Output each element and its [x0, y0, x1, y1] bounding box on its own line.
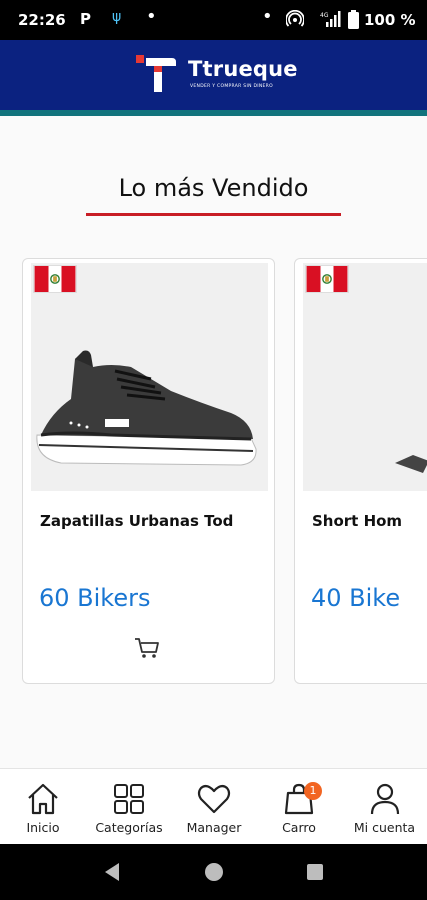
- nav-item-inicio[interactable]: Inicio: [0, 769, 86, 845]
- nav-label: Carro: [282, 820, 316, 835]
- user-icon: [370, 783, 399, 815]
- peru-flag-icon: [33, 265, 77, 293]
- app-header: Ttrueque VENDER Y COMPRAR SIN DINERO: [0, 40, 427, 116]
- add-to-cart-icon[interactable]: [134, 636, 160, 660]
- notification-dot-icon: •: [146, 6, 157, 27]
- product-price: 40 Bike: [311, 584, 401, 612]
- product-card[interactable]: Zapatillas Urbanas Tod 60 Bikers: [22, 258, 275, 684]
- svg-text:4G: 4G: [320, 12, 329, 19]
- nav-label: Manager: [186, 820, 242, 835]
- grid-icon: [114, 784, 144, 814]
- main-content[interactable]: Lo más Vendido Zapatillas Urbanas Tod 60…: [0, 116, 427, 768]
- product-card[interactable]: Short Hom 40 Bike: [294, 258, 427, 684]
- product-image[interactable]: [303, 263, 427, 491]
- nav-item-manager[interactable]: Manager: [172, 769, 256, 845]
- app-logo[interactable]: Ttrueque VENDER Y COMPRAR SIN DINERO: [134, 52, 304, 100]
- system-navigation-bar: [0, 844, 427, 900]
- nav-item-categorias[interactable]: Categorías: [86, 769, 172, 845]
- status-time: 22:26: [18, 11, 66, 29]
- signal-icon: 4G: [320, 11, 341, 27]
- product-image[interactable]: [31, 263, 268, 491]
- battery-icon: [348, 10, 359, 29]
- battery-level: 100 %: [364, 11, 416, 29]
- bottom-navigation: Inicio Categorías Manager 1 Carro Mi cue…: [0, 768, 427, 844]
- product-name: Zapatillas Urbanas Tod: [40, 512, 234, 530]
- shorts-image: [303, 263, 427, 491]
- product-price: 60 Bikers: [39, 584, 151, 612]
- back-icon[interactable]: [103, 862, 121, 882]
- home-button-icon[interactable]: [205, 863, 223, 881]
- usb-icon: ψ: [112, 9, 122, 25]
- brand-tagline: VENDER Y COMPRAR SIN DINERO: [190, 84, 273, 89]
- section-title: Lo más Vendido: [118, 174, 309, 202]
- p-icon: P: [80, 10, 91, 28]
- hotspot-icon: [286, 10, 304, 27]
- notification-dot-icon: •: [262, 6, 273, 27]
- recents-icon[interactable]: [307, 864, 323, 880]
- peru-flag-icon: [305, 265, 349, 293]
- nav-item-mi-cuenta[interactable]: Mi cuenta: [342, 769, 427, 845]
- status-bar: 22:26 P ψ • • 4G 100 %: [0, 0, 427, 40]
- home-icon: [28, 783, 58, 815]
- brand-name: Ttrueque: [188, 57, 298, 81]
- nav-label: Inicio: [26, 820, 60, 835]
- nav-item-carro[interactable]: 1 Carro: [256, 769, 342, 845]
- product-name: Short Hom: [312, 512, 403, 530]
- logo-mark-icon: [136, 55, 176, 92]
- sneaker-image: [31, 263, 268, 491]
- nav-label: Mi cuenta: [353, 820, 416, 835]
- heart-icon: [197, 784, 231, 814]
- section-title-underline: [86, 213, 341, 216]
- cart-count-badge: 1: [304, 782, 322, 800]
- nav-label: Categorías: [95, 820, 163, 835]
